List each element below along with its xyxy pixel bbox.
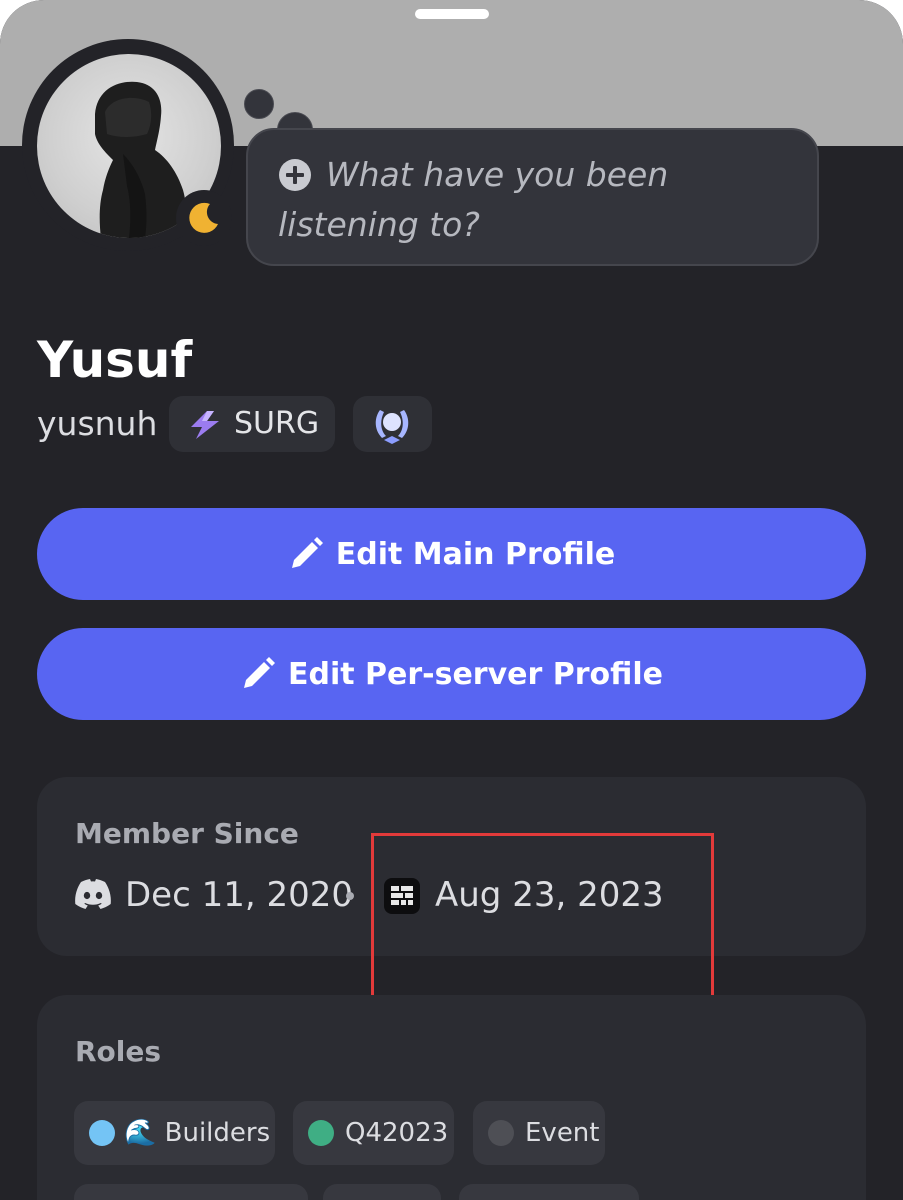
highlight-annotation-box xyxy=(371,833,714,1000)
display-name: Yusuf xyxy=(37,331,193,389)
edit-main-profile-button[interactable]: Edit Main Profile xyxy=(37,508,866,600)
server-tag-label: SURG xyxy=(234,406,320,441)
pencil-icon xyxy=(243,657,275,688)
lightning-bolt-icon xyxy=(191,411,219,439)
sheet-grabber-handle[interactable] xyxy=(415,9,489,19)
profile-sheet: What have you been listening to? Yusuf y… xyxy=(0,0,903,1200)
role-label: Event xyxy=(525,1118,600,1148)
pencil-icon xyxy=(291,537,323,568)
username: yusnuh xyxy=(37,404,158,443)
edit-per-server-profile-label: Edit Per-server Profile xyxy=(287,656,663,692)
listening-status-placeholder[interactable]: What have you been listening to? xyxy=(278,150,798,250)
role-chip-partial[interactable] xyxy=(323,1184,441,1200)
roles-card xyxy=(37,995,866,1200)
member-since-title: Member Since xyxy=(75,817,299,850)
separator-dot xyxy=(346,892,354,900)
edit-per-server-profile-button[interactable]: Edit Per-server Profile xyxy=(37,628,866,720)
role-label: 🌊 Builders xyxy=(124,1118,271,1148)
moon-icon xyxy=(189,202,218,233)
discord-member-since-date: Dec 11, 2020 xyxy=(125,875,354,915)
role-color-dot xyxy=(89,1120,115,1146)
role-color-dot xyxy=(308,1120,334,1146)
edit-main-profile-label: Edit Main Profile xyxy=(335,536,616,572)
roles-title: Roles xyxy=(75,1035,162,1068)
thought-dot-small xyxy=(244,89,274,119)
role-chip-partial[interactable] xyxy=(459,1184,639,1200)
laurel-wreath-badge-icon xyxy=(375,410,409,444)
role-color-dot xyxy=(488,1120,514,1146)
role-label: Q42023 xyxy=(345,1118,449,1148)
role-chip-partial[interactable] xyxy=(74,1184,308,1200)
discord-icon xyxy=(75,879,111,909)
